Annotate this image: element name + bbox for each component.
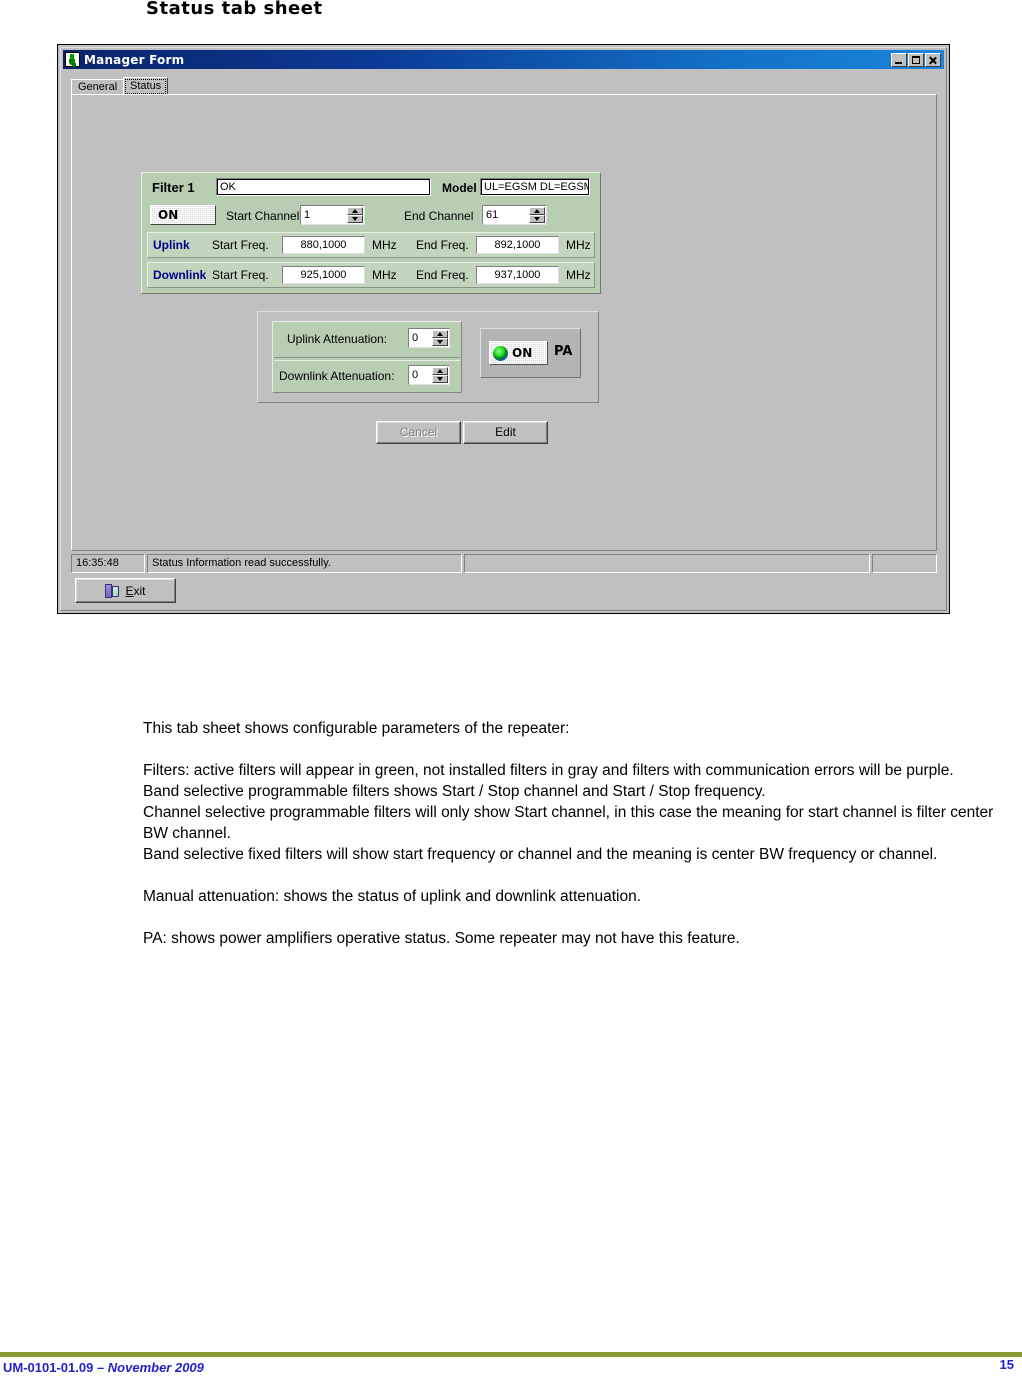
uplink-end-label: End Freq. bbox=[416, 238, 469, 252]
model-label: Model bbox=[442, 181, 477, 195]
door-exit-icon bbox=[105, 583, 120, 598]
tab-status[interactable]: Status bbox=[123, 77, 169, 94]
uplink-attenuation-stepper[interactable]: 0 bbox=[408, 328, 450, 348]
spin-down-icon[interactable] bbox=[432, 338, 448, 346]
uplink-attenuation-value: 0 bbox=[412, 332, 419, 344]
exit-button-label: Exit bbox=[125, 584, 145, 598]
model-field: UL=EGSM DL=EGSM bbox=[480, 178, 590, 196]
window-titlebar: Manager Form bbox=[63, 50, 944, 69]
pa-state-button[interactable]: ON bbox=[489, 341, 548, 365]
downlink-label: Downlink bbox=[153, 268, 207, 282]
pa-led-icon bbox=[493, 345, 508, 361]
end-channel-stepper[interactable]: 61 bbox=[482, 205, 547, 225]
statusbar-time: 16:35:48 bbox=[71, 554, 145, 573]
uplink-end-field: 892,1000 bbox=[476, 236, 559, 254]
end-channel-label: End Channel bbox=[404, 209, 474, 223]
downlink-end-unit: MHz bbox=[566, 268, 591, 282]
uplink-start-unit: MHz bbox=[372, 238, 397, 252]
attenuation-fields: Uplink Attenuation: 0 Downlink Attenuati… bbox=[272, 321, 462, 393]
downlink-attenuation-label: Downlink Attenuation: bbox=[279, 369, 395, 383]
downlink-attenuation-spin[interactable] bbox=[432, 367, 448, 383]
spin-up-icon[interactable] bbox=[347, 207, 363, 215]
maximize-icon[interactable] bbox=[908, 52, 924, 67]
footer-page-number: 15 bbox=[999, 1357, 1014, 1372]
statusbar: 16:35:48 Status Information read success… bbox=[71, 554, 937, 573]
filter-power-state-button[interactable]: ON bbox=[150, 205, 216, 225]
cancel-button[interactable]: Cancel bbox=[376, 421, 461, 444]
pa-state-label: ON bbox=[512, 346, 533, 360]
downlink-row: Downlink Start Freq. 925,1000 MHz End Fr… bbox=[147, 262, 595, 288]
start-channel-value: 1 bbox=[304, 209, 311, 221]
uplink-label: Uplink bbox=[153, 238, 190, 252]
pa-status-group: ON PA bbox=[480, 328, 581, 378]
paragraph-band-selective-fixed: Band selective fixed filters will show s… bbox=[143, 846, 938, 863]
paragraph-channel-selective: Channel selective programmable filters w… bbox=[143, 804, 994, 842]
filter-1-group: Filter 1 OK Model UL=EGSM DL=EGSM ON Sta… bbox=[141, 172, 601, 294]
minimize-icon[interactable] bbox=[891, 52, 907, 67]
paragraph-manual-attenuation: Manual attenuation: shows the status of … bbox=[143, 888, 642, 905]
downlink-end-label: End Freq. bbox=[416, 268, 469, 282]
downlink-start-unit: MHz bbox=[372, 268, 397, 282]
uplink-start-field: 880,1000 bbox=[282, 236, 365, 254]
paragraph-pa: PA: shows power amplifiers operative sta… bbox=[143, 930, 740, 947]
manager-form-window: Manager Form General Status Filter 1 OK … bbox=[57, 44, 950, 614]
statusbar-panel-4 bbox=[872, 554, 937, 573]
window-title: Manager Form bbox=[84, 52, 185, 67]
spin-down-icon[interactable] bbox=[347, 215, 363, 223]
statusbar-message: Status Information read successfully. bbox=[147, 554, 462, 573]
paragraph-filters: Filters: active filters will appear in g… bbox=[143, 762, 954, 779]
spin-up-icon[interactable] bbox=[432, 367, 448, 375]
footer-rule bbox=[0, 1352, 1022, 1357]
footer-doc-code: UM-0101-01.09 – bbox=[3, 1360, 108, 1375]
attenuation-group: Uplink Attenuation: 0 Downlink Attenuati… bbox=[257, 311, 599, 403]
end-channel-spin[interactable] bbox=[529, 207, 545, 223]
footer-document-id: UM-0101-01.09 – November 2009 bbox=[3, 1360, 204, 1375]
tab-status-label: Status bbox=[130, 80, 162, 92]
window-inner-frame: Manager Form General Status Filter 1 OK … bbox=[60, 47, 947, 611]
spin-up-icon[interactable] bbox=[529, 207, 545, 215]
downlink-start-field: 925,1000 bbox=[282, 266, 365, 284]
footer-date: November 2009 bbox=[107, 1360, 204, 1375]
plug-icon bbox=[65, 52, 80, 67]
exit-button[interactable]: Exit bbox=[75, 578, 176, 603]
spin-down-icon[interactable] bbox=[432, 375, 448, 383]
close-icon[interactable] bbox=[925, 52, 941, 67]
downlink-attenuation-value: 0 bbox=[412, 369, 419, 381]
body-copy: This tab sheet shows configurable parame… bbox=[143, 718, 1013, 970]
edit-button[interactable]: Edit bbox=[463, 421, 548, 444]
exit-accel-letter: E bbox=[125, 583, 134, 598]
uplink-row: Uplink Start Freq. 880,1000 MHz End Freq… bbox=[147, 232, 595, 258]
tab-panel-status: Filter 1 OK Model UL=EGSM DL=EGSM ON Sta… bbox=[71, 94, 937, 551]
downlink-attenuation-stepper[interactable]: 0 bbox=[408, 365, 450, 385]
page-title: Status tab sheet bbox=[146, 0, 323, 19]
uplink-start-label: Start Freq. bbox=[212, 238, 269, 252]
tab-general[interactable]: General bbox=[71, 79, 125, 94]
paragraph-intro: This tab sheet shows configurable parame… bbox=[143, 720, 570, 737]
paragraph-band-selective-programmable: Band selective programmable filters show… bbox=[143, 783, 766, 800]
filter-title: Filter 1 bbox=[152, 180, 195, 195]
start-channel-stepper[interactable]: 1 bbox=[300, 205, 365, 225]
spin-down-icon[interactable] bbox=[529, 215, 545, 223]
pa-label: PA bbox=[554, 344, 573, 359]
downlink-start-label: Start Freq. bbox=[212, 268, 269, 282]
uplink-attenuation-spin[interactable] bbox=[432, 330, 448, 346]
start-channel-spin[interactable] bbox=[347, 207, 363, 223]
attenuation-divider bbox=[274, 357, 460, 361]
window-controls bbox=[891, 52, 942, 67]
filter-state-field: OK bbox=[216, 178, 431, 196]
start-channel-label: Start Channel bbox=[226, 209, 300, 223]
spin-up-icon[interactable] bbox=[432, 330, 448, 338]
statusbar-panel-3 bbox=[464, 554, 870, 573]
end-channel-value: 61 bbox=[486, 209, 499, 221]
tabstrip: General Status bbox=[71, 77, 937, 94]
uplink-end-unit: MHz bbox=[566, 238, 591, 252]
uplink-attenuation-label: Uplink Attenuation: bbox=[287, 332, 388, 346]
exit-label-rest: xit bbox=[133, 583, 146, 598]
downlink-end-field: 937,1000 bbox=[476, 266, 559, 284]
